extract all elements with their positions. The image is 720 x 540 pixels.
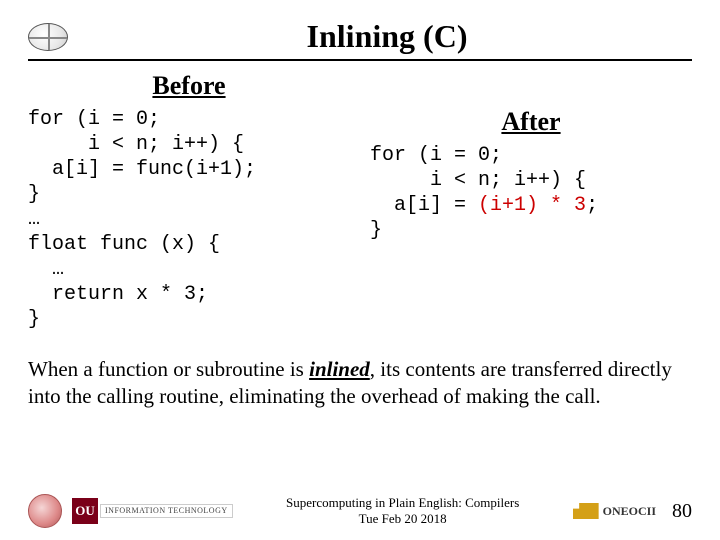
ou-logo: OU INFORMATION TECHNOLOGY: [72, 498, 233, 524]
footer-line1: Supercomputing in Plain English: Compile…: [286, 495, 519, 511]
before-heading: Before: [28, 71, 350, 101]
globe-icon: [28, 23, 68, 51]
footer-right: ONEOCII 80: [573, 500, 692, 523]
after-heading: After: [370, 107, 692, 137]
after-code-highlight: (i+1) * 3: [478, 194, 586, 217]
footer-center: Supercomputing in Plain English: Compile…: [286, 495, 519, 526]
inlined-term: inlined: [309, 357, 370, 381]
oklahoma-shape-icon: [573, 503, 599, 519]
before-code: for (i = 0; i < n; i++) { a[i] = func(i+…: [28, 107, 350, 332]
footer-left: OU INFORMATION TECHNOLOGY: [28, 494, 233, 528]
oneocii-text: ONEOCII: [603, 504, 656, 519]
title-divider: [28, 59, 692, 61]
oscer-badge-icon: [28, 494, 62, 528]
code-columns: Before for (i = 0; i < n; i++) { a[i] = …: [28, 71, 692, 332]
footer: OU INFORMATION TECHNOLOGY Supercomputing…: [0, 494, 720, 528]
before-column: Before for (i = 0; i < n; i++) { a[i] = …: [28, 71, 350, 332]
explanation-paragraph: When a function or subroutine is inlined…: [28, 356, 692, 411]
after-column: After for (i = 0; i < n; i++) { a[i] = (…: [370, 71, 692, 332]
ou-mark: OU: [72, 498, 98, 524]
page-number: 80: [672, 500, 692, 523]
after-code: for (i = 0; i < n; i++) { a[i] = (i+1) *…: [370, 143, 692, 243]
body-pre: When a function or subroutine is: [28, 357, 309, 381]
footer-line2: Tue Feb 20 2018: [286, 511, 519, 527]
oneocii-logo: ONEOCII: [573, 503, 656, 519]
slide-title: Inlining (C): [82, 18, 692, 55]
ou-it-text: INFORMATION TECHNOLOGY: [100, 504, 233, 518]
